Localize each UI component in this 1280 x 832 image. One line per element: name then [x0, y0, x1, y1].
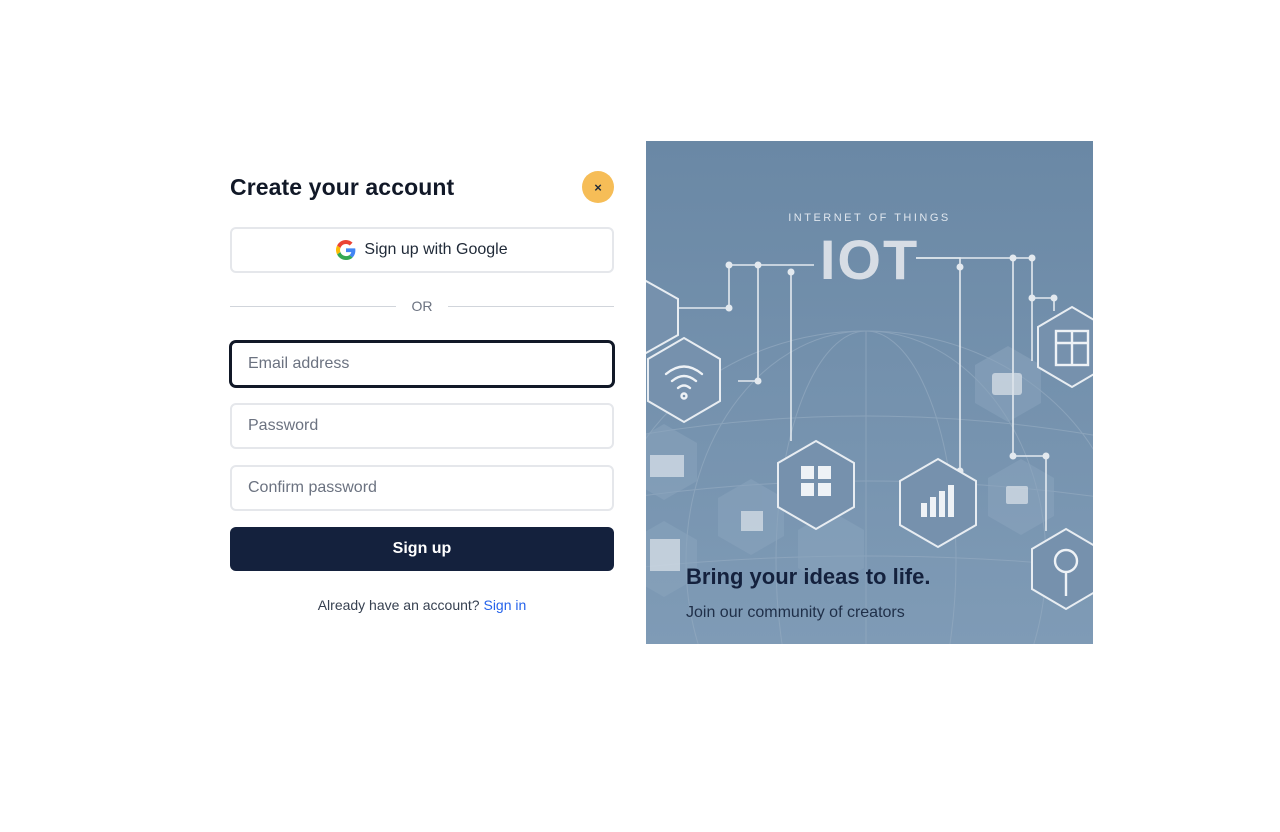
- modal-title: Create your account: [230, 174, 455, 200]
- hero-headline: Bring your ideas to life.: [686, 564, 931, 589]
- signin-link[interactable]: Sign in: [483, 597, 526, 613]
- signup-modal: Create your account × Sign up with Googl…: [200, 141, 1093, 644]
- google-button-label: Sign up with Google: [364, 241, 508, 258]
- hero-subline: Join our community of creators: [686, 604, 905, 621]
- signup-button[interactable]: Sign up: [230, 527, 614, 571]
- or-divider: OR: [230, 298, 614, 314]
- close-button[interactable]: ×: [582, 171, 614, 203]
- signin-prompt-text: Already have an account?: [317, 597, 480, 613]
- signup-form-panel: Create your account × Sign up with Googl…: [200, 141, 646, 644]
- google-icon: [336, 240, 356, 260]
- illustration-title: IOT: [819, 228, 920, 291]
- divider-line-right: [448, 306, 614, 307]
- password-field[interactable]: [230, 403, 614, 449]
- illustration-subtitle: INTERNET OF THINGS: [788, 212, 951, 224]
- close-icon: ×: [594, 179, 602, 195]
- signin-prompt-row: Already have an account? Sign in: [230, 597, 614, 613]
- email-field[interactable]: [230, 341, 614, 387]
- hero-panel: INTERNET OF THINGS IOT Bring your ideas …: [646, 141, 1093, 644]
- confirm-password-field[interactable]: [230, 465, 614, 511]
- google-signup-button[interactable]: Sign up with Google: [230, 227, 614, 273]
